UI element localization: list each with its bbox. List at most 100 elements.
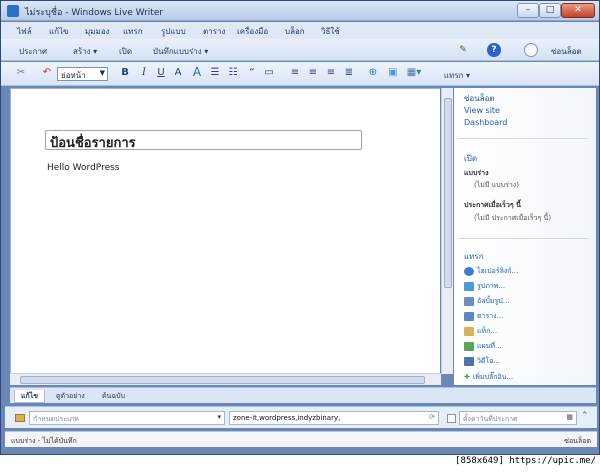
maximize-button[interactable]: □ bbox=[539, 3, 561, 18]
hyperlink-icon[interactable]: ⊕ bbox=[367, 67, 379, 78]
paragraph-style-select[interactable]: ย่อหน้า ▼ bbox=[57, 67, 108, 81]
calendar-icon[interactable]: ▦ bbox=[566, 413, 573, 421]
title-bar: ไม่ระบุชื่อ - Windows Live Writer – □ ✕ bbox=[1, 1, 599, 21]
underline-button[interactable]: U bbox=[156, 67, 166, 78]
blockquote-icon[interactable]: “ bbox=[245, 67, 259, 78]
align-left-icon[interactable]: ≡ bbox=[289, 67, 301, 78]
add-plugin[interactable]: ✚ เพิ่มปลั๊กอิน... bbox=[464, 372, 513, 383]
menu-help[interactable]: วิธีใช้ bbox=[321, 25, 340, 38]
new-post-label: สร้าง bbox=[73, 47, 91, 56]
horizontal-rule-icon[interactable]: ▭ bbox=[263, 67, 275, 78]
insert-photo-album[interactable]: อัลบั้มรูป... bbox=[464, 296, 509, 307]
save-draft-button[interactable]: บันทึกแบบร่าง ▾ bbox=[153, 45, 208, 58]
tab-edit[interactable]: แก้ไข bbox=[14, 390, 46, 403]
scrollbar-thumb[interactable] bbox=[444, 98, 452, 288]
align-center-icon[interactable]: ≡ bbox=[307, 67, 319, 78]
add-plugin-icon: ✚ bbox=[464, 373, 470, 381]
view-site-link[interactable]: View site bbox=[464, 106, 500, 115]
category-select[interactable]: กำหนดประเภท ▾ bbox=[29, 411, 225, 425]
insert-hyperlink-label: ไฮเปอร์ลิงก์... bbox=[477, 267, 519, 275]
dashboard-link[interactable]: Dashboard bbox=[464, 118, 507, 127]
insert-video-label: วิดีโอ... bbox=[477, 357, 501, 365]
insert-photo-album-label: อัลบั้มรูป... bbox=[477, 297, 510, 305]
table-insert-icon[interactable]: ▦▾ bbox=[405, 67, 423, 78]
italic-button[interactable]: I bbox=[139, 67, 149, 78]
chevron-down-icon: ▾ bbox=[217, 413, 221, 421]
publish-date-input[interactable]: ตั้งค่าวันที่ประกาศ ▦ bbox=[459, 411, 577, 425]
photo-album-icon bbox=[464, 296, 474, 306]
window-title: ไม่ระบุชื่อ - Windows Live Writer bbox=[25, 8, 164, 18]
post-body[interactable]: Hello WordPress bbox=[47, 163, 120, 173]
strikethrough-icon[interactable]: A bbox=[173, 67, 183, 78]
divider bbox=[458, 138, 588, 139]
drafts-empty: (ไม่มี แบบร่าง) bbox=[474, 181, 519, 189]
tags-input[interactable]: zone-it,wordpress,indyzbinary, ⟳ bbox=[229, 411, 439, 425]
justify-icon[interactable]: ≣ bbox=[343, 67, 355, 78]
new-post-button[interactable]: สร้าง ▾ bbox=[73, 45, 97, 58]
menu-table[interactable]: ตาราง bbox=[203, 25, 225, 38]
insert-map-label: แผนที่... bbox=[477, 342, 502, 350]
insert-menu-button[interactable]: แทรก ▾ bbox=[439, 69, 475, 82]
tab-source[interactable]: ต้นฉบับ bbox=[96, 390, 131, 403]
post-title-input[interactable]: ป้อนชื่อรายการ bbox=[45, 130, 362, 151]
align-right-icon[interactable]: ≡ bbox=[325, 67, 337, 78]
undo-icon[interactable]: ↶ bbox=[41, 67, 53, 78]
insert-tag[interactable]: แท็ก... bbox=[464, 326, 497, 337]
insert-picture-label: รูปภาพ... bbox=[477, 282, 506, 290]
draft-status: แบบร่าง - ไม่ได้บันทึก bbox=[11, 437, 77, 445]
menu-edit[interactable]: แก้ไข bbox=[49, 25, 69, 38]
editor-vertical-scrollbar[interactable] bbox=[441, 88, 453, 374]
sidebar-blog-heading: ซ่อนล็อต bbox=[464, 94, 495, 103]
font-color-icon[interactable]: A bbox=[191, 65, 203, 79]
bold-button[interactable]: B bbox=[120, 67, 130, 78]
picture-icon bbox=[464, 281, 474, 291]
editor-page[interactable]: ป้อนชื่อรายการ Hello WordPress bbox=[11, 89, 440, 373]
insert-picture[interactable]: รูปภาพ... bbox=[464, 281, 505, 292]
menu-tools[interactable]: เครื่องมือ bbox=[237, 25, 268, 38]
sidebar-open-heading: เปิด bbox=[464, 154, 478, 163]
speech-bubble-icon bbox=[524, 43, 538, 57]
refresh-icon[interactable]: ⟳ bbox=[429, 413, 435, 421]
numbered-list-icon[interactable]: ☰ bbox=[209, 67, 221, 78]
editor-area[interactable]: ป้อนชื่อรายการ Hello WordPress bbox=[10, 88, 440, 373]
close-button[interactable]: ✕ bbox=[561, 3, 595, 18]
insert-map[interactable]: แผนที่... bbox=[464, 341, 502, 352]
category-icon bbox=[15, 414, 25, 422]
app-window: ไม่ระบุชื่อ - Windows Live Writer – □ ✕ … bbox=[0, 0, 600, 455]
cut-icon[interactable]: ✂ bbox=[15, 67, 27, 78]
status-bar: แบบร่าง - ไม่ได้บันทึก ซ่อนล็อต bbox=[5, 431, 597, 447]
tab-preview[interactable]: ดูตัวอย่าง bbox=[50, 390, 91, 403]
menu-view[interactable]: มุมมอง bbox=[85, 25, 110, 38]
paragraph-style-value: ย่อหน้า bbox=[61, 71, 86, 80]
drafts-label: แบบร่าง bbox=[464, 169, 489, 177]
table-icon bbox=[464, 311, 474, 321]
add-plugin-label: เพิ่มปลั๊กอิน... bbox=[472, 373, 514, 381]
publish-date-checkbox[interactable] bbox=[447, 414, 456, 423]
blog-selector[interactable]: ซ่อนล็อต bbox=[551, 45, 582, 58]
command-bar: ประกาศ สร้าง ▾ เปิด บันทึกแบบร่าง ▾ ✎ ? … bbox=[1, 39, 599, 61]
insert-video[interactable]: วิดีโอ... bbox=[464, 356, 500, 367]
editor-horizontal-scrollbar[interactable] bbox=[10, 373, 441, 385]
menu-file[interactable]: ไฟล์ bbox=[17, 25, 32, 38]
sidebar-insert-heading: แทรก bbox=[464, 252, 484, 261]
menu-format[interactable]: รูปแบบ bbox=[161, 25, 186, 38]
chevron-down-icon: ▾ bbox=[204, 47, 209, 56]
paintbrush-icon[interactable]: ✎ bbox=[456, 43, 470, 57]
menu-insert[interactable]: แทรก bbox=[123, 25, 143, 38]
collapse-arrow-icon[interactable]: ⌃ bbox=[581, 411, 589, 421]
scrollbar-thumb[interactable] bbox=[20, 376, 425, 384]
bullet-list-icon[interactable]: ☷ bbox=[227, 67, 239, 78]
help-icon[interactable]: ? bbox=[487, 43, 501, 57]
insert-hyperlink[interactable]: ไฮเปอร์ลิงก์... bbox=[464, 266, 518, 277]
picture-icon[interactable]: ▣ bbox=[387, 67, 399, 78]
open-button[interactable]: เปิด bbox=[119, 45, 132, 58]
menu-blog[interactable]: บล็อก bbox=[285, 25, 305, 38]
recent-posts-empty: (ไม่มี ประกาศเมื่อเร็วๆ นี้) bbox=[474, 214, 552, 222]
view-tabs: แก้ไข ดูตัวอย่าง ต้นฉบับ bbox=[10, 387, 596, 403]
menu-bar: ไฟล์ แก้ไข มุมมอง แทรก รูปแบบ ตาราง เครื… bbox=[1, 22, 599, 39]
insert-table[interactable]: ตาราง... bbox=[464, 311, 503, 322]
publish-button[interactable]: ประกาศ bbox=[19, 45, 47, 58]
video-icon bbox=[464, 356, 474, 366]
minimize-button[interactable]: – bbox=[517, 3, 539, 18]
watermark: [858x649] https://upic.me/ bbox=[455, 456, 596, 466]
